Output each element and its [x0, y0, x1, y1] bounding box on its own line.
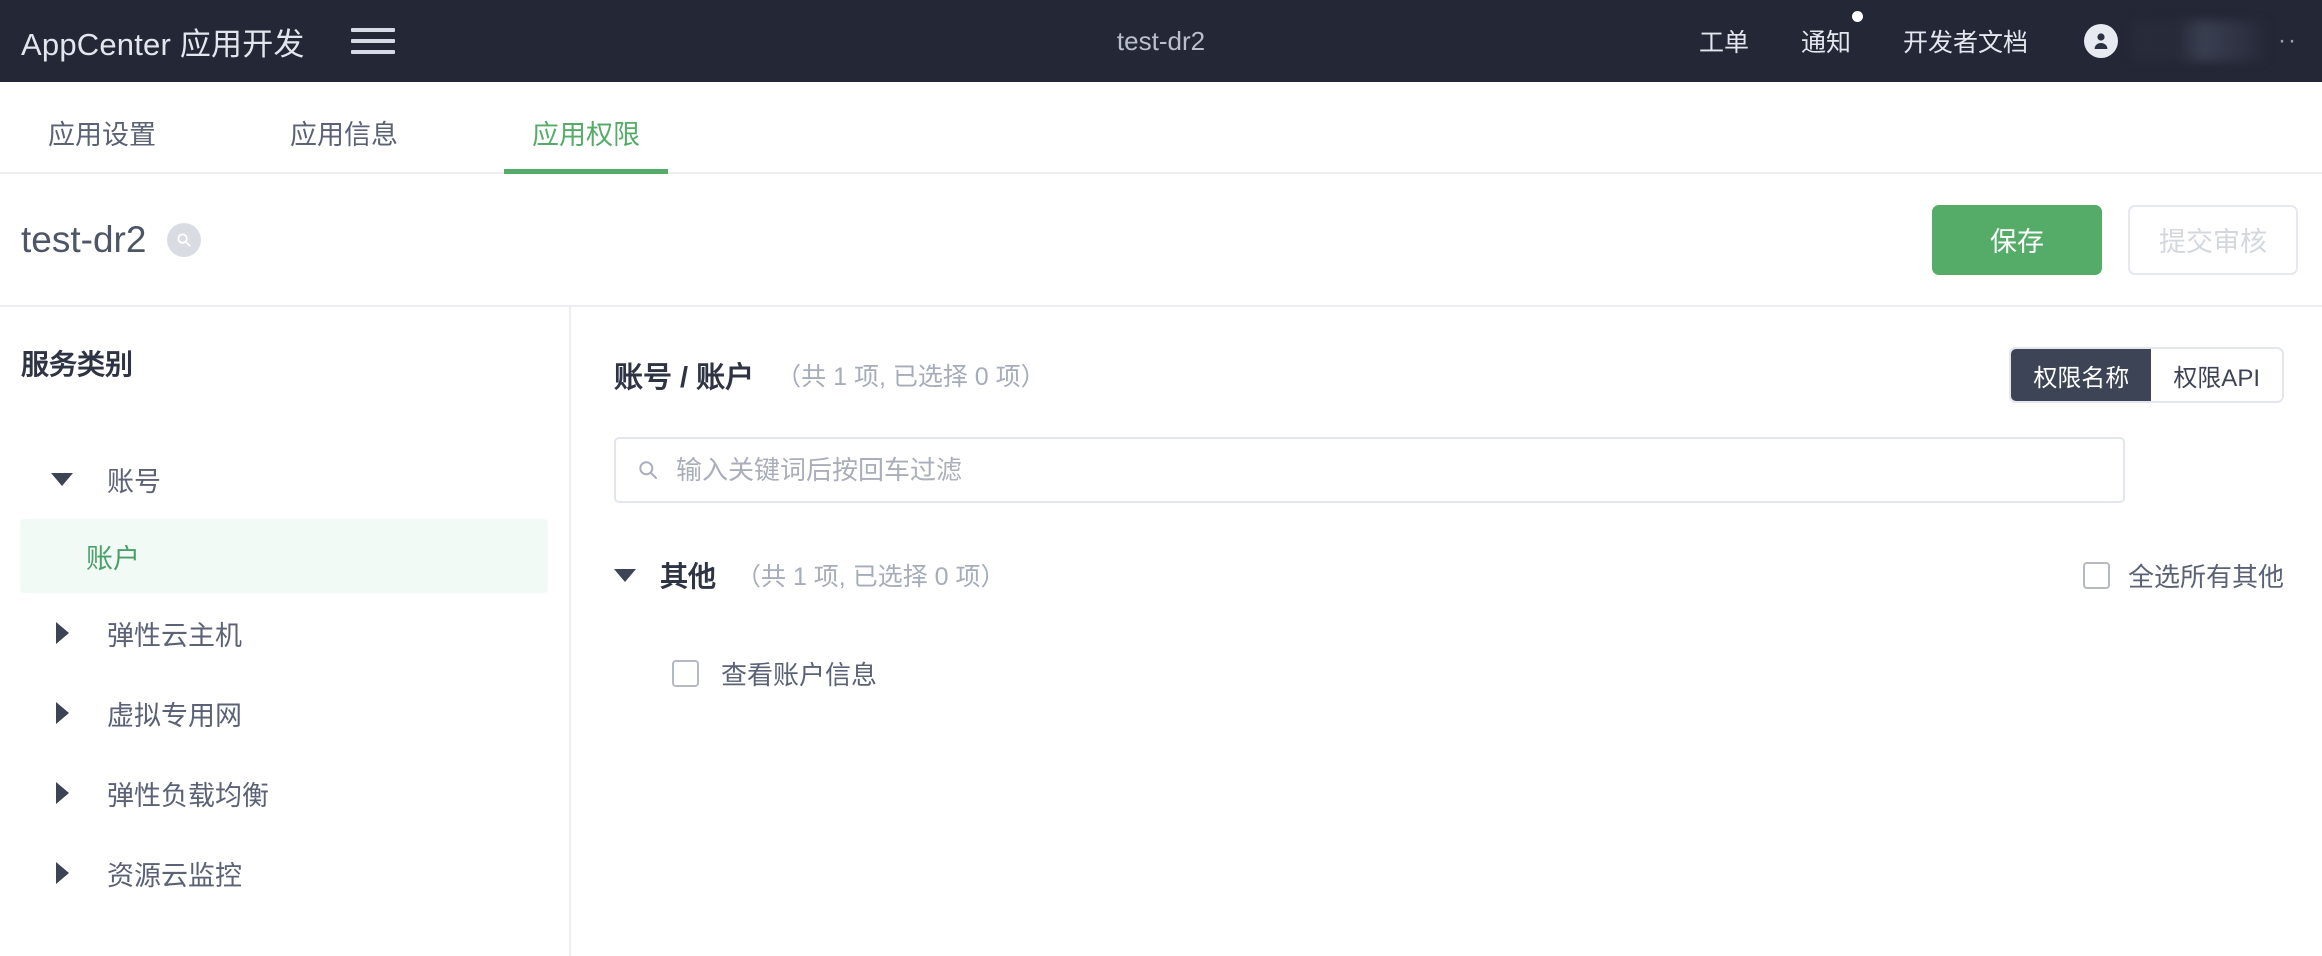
sidebar-item-account[interactable]: 账号 — [0, 439, 569, 519]
tab-label: 应用设置 — [48, 120, 156, 150]
sidebar-item-elb[interactable]: 弹性负载均衡 — [0, 753, 569, 833]
permission-label: 查看账户信息 — [721, 659, 878, 690]
sidebar-item-ecs[interactable]: 弹性云主机 — [0, 593, 569, 673]
search-badge-icon[interactable] — [167, 222, 202, 257]
sidebar-item-label: 弹性云主机 — [107, 620, 242, 651]
chevron-right-icon[interactable] — [47, 702, 77, 724]
page-tab-bar: 应用设置 应用信息 应用权限 — [0, 82, 2322, 174]
page-actions: 保存 提交审核 — [1932, 204, 2298, 275]
header-right-group: 工单 通知 开发者文档 ·· — [1673, 11, 2322, 61]
view-mode-segmented-control: 权限名称 权限API — [2009, 347, 2284, 403]
search-icon — [639, 461, 657, 479]
tab-app-info[interactable]: 应用信息 — [262, 113, 426, 172]
breadcrumb: 账号 / 账户 — [614, 362, 755, 394]
sidebar-item-cloud-monitor[interactable]: 资源云监控 — [0, 833, 569, 913]
sidebar-item-label: 虚拟专用网 — [107, 700, 242, 731]
hamburger-icon[interactable] — [350, 24, 395, 58]
user-icon — [2094, 33, 2108, 49]
permission-group-header: 其他 （共 1 项, 已选择 0 项） 全选所有其他 — [614, 549, 2284, 601]
header-link-notifications[interactable]: 通知 — [1775, 11, 1877, 59]
chevron-right-icon[interactable] — [47, 622, 77, 644]
permission-group-count: （共 1 项, 已选择 0 项） — [736, 563, 1006, 591]
sidebar-heading: 服务类别 — [21, 349, 134, 380]
tab-app-settings[interactable]: 应用设置 — [20, 113, 184, 172]
sidebar-item-label: 账号 — [107, 466, 161, 497]
header-link-label: 通知 — [1800, 29, 1851, 57]
sidebar-subitem-account-user[interactable]: 账户 — [20, 519, 548, 593]
chevron-right-icon[interactable] — [47, 862, 77, 884]
page-title-row: test-dr2 保存 提交审核 — [0, 174, 2322, 307]
sidebar: 服务类别 账号 账户 弹性云主机 虚拟专用网 弹性负载均衡 资源云监控 — [0, 307, 571, 956]
top-header-bar: AppCenter 应用开发 test-dr2 工单 通知 开发者文档 ·· — [0, 0, 2322, 82]
save-button[interactable]: 保存 — [1932, 204, 2102, 275]
main-content: 账号 / 账户 （共 1 项, 已选择 0 项） 权限名称 权限API 其他 （… — [571, 307, 2322, 956]
hamburger-bar — [350, 50, 395, 54]
main-header: 账号 / 账户 （共 1 项, 已选择 0 项） 权限名称 权限API — [614, 343, 2284, 407]
header-link-developer-docs[interactable]: 开发者文档 — [1877, 23, 2054, 59]
search-input[interactable] — [676, 454, 2103, 486]
username-redacted — [2132, 21, 2269, 61]
permission-group-title: 其他 — [660, 561, 717, 592]
header-link-label: 开发者文档 — [1903, 29, 2029, 57]
tab-app-permissions[interactable]: 应用权限 — [504, 113, 668, 174]
sidebar-item-label: 资源云监控 — [107, 860, 242, 891]
magnifier-icon — [177, 233, 191, 247]
app-brand-title: AppCenter 应用开发 — [21, 26, 305, 62]
select-all-others-label: 全选所有其他 — [2127, 561, 2284, 592]
checkbox-box-icon — [2082, 561, 2110, 589]
hamburger-bar — [350, 39, 395, 43]
search-box[interactable] — [614, 437, 2125, 503]
chevron-right-icon[interactable] — [47, 782, 77, 804]
submit-review-button[interactable]: 提交审核 — [2128, 204, 2298, 275]
avatar[interactable] — [2084, 24, 2119, 58]
notification-dot-icon — [1852, 11, 1863, 22]
header-link-tickets[interactable]: 工单 — [1673, 23, 1775, 59]
hamburger-bar — [350, 28, 395, 32]
checkbox-box-icon[interactable] — [672, 659, 699, 687]
page-title: test-dr2 — [21, 218, 147, 260]
tab-label: 应用信息 — [290, 120, 398, 150]
segment-permission-name[interactable]: 权限名称 — [2011, 349, 2152, 401]
chevron-down-icon[interactable] — [614, 568, 636, 582]
tab-label: 应用权限 — [532, 120, 640, 150]
sidebar-subitem-label: 账户 — [86, 543, 140, 574]
list-item[interactable]: 查看账户信息 — [672, 649, 2284, 697]
select-all-others-checkbox[interactable]: 全选所有其他 — [2082, 557, 2284, 594]
sidebar-item-vpc[interactable]: 虚拟专用网 — [0, 673, 569, 753]
segment-permission-api[interactable]: 权限API — [2151, 349, 2282, 401]
breadcrumb-count: （共 1 项, 已选择 0 项） — [776, 363, 1046, 391]
sidebar-item-label: 弹性负载均衡 — [107, 780, 269, 811]
user-menu-ellipsis-icon[interactable]: ·· — [2278, 27, 2298, 55]
page-body: 服务类别 账号 账户 弹性云主机 虚拟专用网 弹性负载均衡 资源云监控 账号 / — [0, 307, 2322, 956]
header-link-label: 工单 — [1698, 29, 1749, 57]
permission-list: 查看账户信息 — [614, 649, 2284, 697]
chevron-down-icon[interactable] — [47, 472, 77, 486]
